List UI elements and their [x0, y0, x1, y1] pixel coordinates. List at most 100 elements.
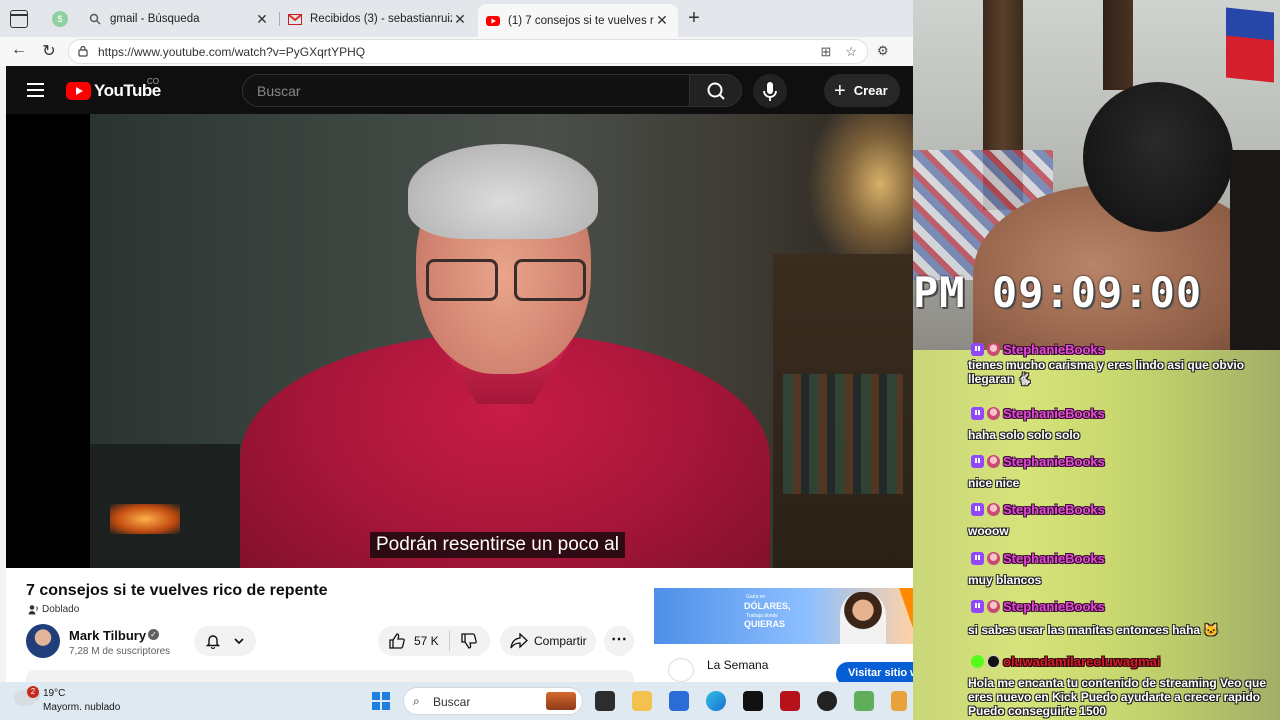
user-badge-icon [987, 343, 1000, 356]
notification-badge: 2 [27, 686, 39, 698]
windows-start-icon[interactable] [372, 692, 390, 710]
twitch-icon [971, 407, 984, 420]
channel-avatar[interactable] [26, 624, 60, 658]
presenter-hair [408, 144, 598, 239]
bookshelf [773, 254, 913, 568]
tab-bar: $ gmail - Búsqueda ✕ Recibidos (3) - seb… [0, 0, 913, 37]
emote-icon: 🐱 [1203, 623, 1219, 637]
share-icon [510, 633, 528, 649]
browser-window: $ gmail - Búsqueda ✕ Recibidos (3) - seb… [0, 0, 913, 682]
screen: $ gmail - Búsqueda ✕ Recibidos (3) - seb… [0, 0, 1280, 720]
split-view-icon[interactable]: ⊞ [820, 44, 831, 60]
like-dislike-group: 57 K [378, 626, 490, 656]
menu-icon[interactable] [27, 83, 44, 97]
file-explorer-icon[interactable] [632, 691, 652, 711]
close-tab-icon[interactable]: ✕ [254, 11, 270, 28]
description-box[interactable] [26, 670, 634, 682]
cam-flag [1226, 7, 1274, 83]
tiktok-icon[interactable] [743, 691, 763, 711]
chat-message-text: nice nice [968, 476, 1020, 490]
channel-name[interactable]: Mark Tilbury [69, 628, 146, 643]
advertiser-logo [668, 658, 694, 682]
twitch-icon [971, 552, 984, 565]
like-count: 57 K [414, 634, 439, 648]
obs-icon[interactable] [817, 691, 837, 711]
chat-message-header: StephanieBooks [971, 599, 1105, 614]
advertiser-name: La Semana [707, 658, 769, 672]
chat-message-text: tienes mucho carisma y eres lindo asi qu… [968, 358, 1245, 386]
task-view-icon[interactable] [595, 691, 615, 711]
youtube-play-icon [66, 82, 91, 100]
windows-taskbar: 2 19°C Mayorm. nublado ⌕ Buscar [0, 682, 913, 720]
microphone-icon [763, 82, 777, 101]
webcam-feed: PM 09:09:00 [913, 0, 1280, 385]
close-tab-icon[interactable]: ✕ [452, 11, 468, 28]
plus-icon: + [834, 79, 846, 102]
stream-overlay: PM 09:09:00 StephanieBooks tienes mucho … [913, 0, 1280, 720]
close-tab-icon[interactable]: ✕ [654, 12, 670, 29]
weather-temperature[interactable]: 19°C [43, 688, 65, 699]
ad-banner[interactable]: Gana en DÓLARES, Trabaja donde QUIERAS [654, 588, 913, 644]
user-badge-icon [987, 552, 1000, 565]
more-options-icon[interactable]: ⋯ [604, 626, 634, 656]
verified-icon: ✓ [148, 629, 159, 640]
search-icon [88, 12, 102, 26]
dislike-icon[interactable] [460, 632, 478, 650]
tab-actions-icon[interactable] [10, 10, 28, 28]
tab-gmail-search[interactable]: gmail - Búsqueda ✕ [80, 4, 278, 34]
video-player[interactable]: Podrán resentirse un poco al [6, 114, 913, 568]
ad-person-image [840, 592, 886, 644]
tab-youtube-video[interactable]: (1) 7 consejos si te vuelves rico de ✕ [478, 4, 678, 37]
url-field[interactable]: https://www.youtube.com/watch?v=PyGXqrtY… [68, 39, 868, 64]
chat-message-text: haha solo solo solo [968, 428, 1081, 442]
twitch-icon [971, 503, 984, 516]
streamer-head [1083, 82, 1233, 232]
new-tab-button[interactable]: + [684, 8, 704, 28]
chat-message-header: oluwadamilareoluwagmai [971, 654, 1161, 669]
video-title: 7 consejos si te vuelves rico de repente [26, 582, 328, 599]
chat-message-header: StephanieBooks [971, 454, 1105, 469]
refresh-icon[interactable]: ↻ [38, 41, 60, 61]
subscription-bell-button[interactable] [194, 626, 256, 656]
video-details: 7 consejos si te vuelves rico de repente… [6, 568, 913, 682]
url-text: https://www.youtube.com/watch?v=PyGXqrtY… [98, 45, 366, 59]
chat-message-text: si sabes usar las manitas entonces haha … [968, 623, 1219, 637]
person-audio-icon [28, 605, 38, 615]
store-icon[interactable] [669, 691, 689, 711]
create-button[interactable]: + Crear [824, 74, 900, 107]
edge-icon[interactable] [706, 691, 726, 711]
weather-description[interactable]: Mayorm. nublado [43, 702, 120, 713]
settings-icon[interactable] [891, 691, 907, 711]
ad-info-row: La Semana Visitar sitio w [654, 652, 913, 682]
app-icon[interactable] [780, 691, 800, 711]
streaming-app-icon[interactable] [854, 691, 874, 711]
back-icon[interactable]: ← [8, 41, 30, 59]
taskbar-search[interactable]: ⌕ Buscar [403, 687, 583, 715]
youtube-logo[interactable]: YouTube CO [66, 77, 161, 101]
share-button[interactable]: Compartir [500, 626, 596, 656]
voice-search-button[interactable] [753, 74, 787, 108]
chat-message-header: StephanieBooks [971, 342, 1105, 357]
extensions-icon[interactable]: ⚙ [877, 43, 889, 59]
tab-gmail-inbox[interactable]: Recibidos (3) - sebastianruiz2525 ✕ [280, 4, 476, 34]
workspace-icon[interactable]: $ [52, 11, 68, 27]
youtube-page: YouTube CO Buscar + Crear Podrán resenti… [6, 66, 913, 682]
cam-shadow [1230, 150, 1280, 350]
emote-icon: 🐇 [1017, 372, 1033, 386]
chat-message-text: Hola me encanta tu contenido de streamin… [968, 676, 1267, 718]
dubbed-label: Doblado [28, 604, 79, 615]
video-frame [90, 114, 913, 568]
chat-message-header: StephanieBooks [971, 502, 1105, 517]
chat-message-header: StephanieBooks [971, 551, 1105, 566]
twitch-icon [971, 343, 984, 356]
chevron-down-icon [234, 638, 244, 645]
visit-site-button[interactable]: Visitar sitio w [836, 662, 913, 682]
search-input[interactable]: Buscar [242, 74, 690, 107]
twitch-icon [971, 455, 984, 468]
gmail-icon [288, 12, 302, 26]
like-icon[interactable] [388, 632, 406, 650]
search-button[interactable] [689, 74, 742, 107]
cam-door-secondary [1103, 0, 1133, 90]
favorite-star-icon[interactable]: ☆ [845, 44, 857, 60]
search-icon: ⌕ [413, 694, 420, 708]
